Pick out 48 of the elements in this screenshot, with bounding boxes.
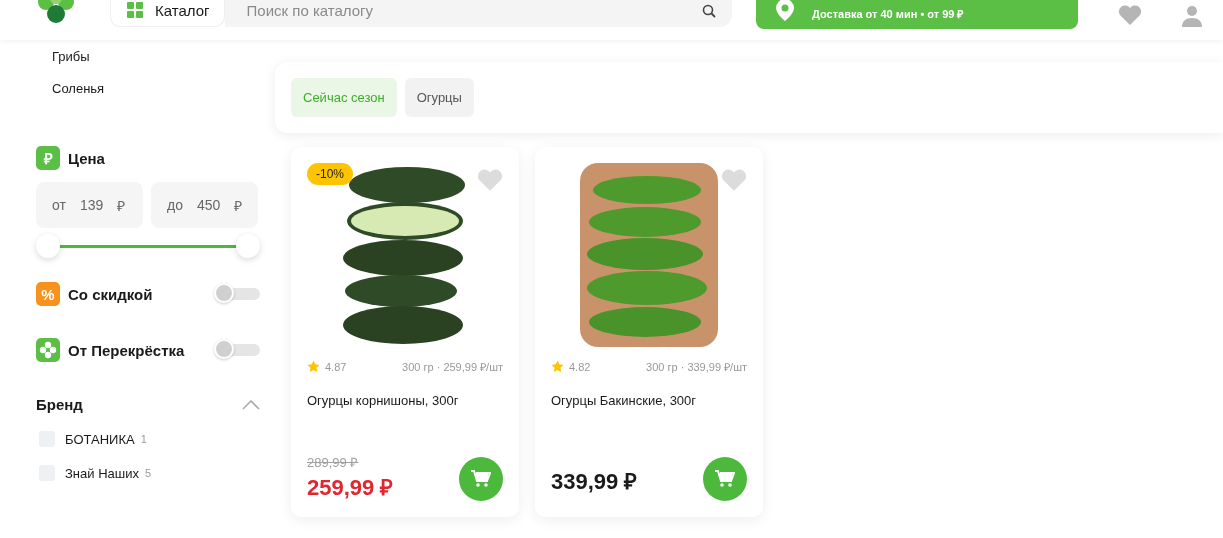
rating: 4.82 <box>569 360 591 373</box>
clover-logo[interactable] <box>36 0 76 26</box>
product-card[interactable]: -10% 4.87 300 гр · 259,99 ₽/шт Огурцы корнишоны, 300г 289,99 ₽ 259,99 ₽ <box>291 147 519 517</box>
clover-icon <box>36 338 60 362</box>
filter-chip[interactable]: Огурцы <box>404 78 474 117</box>
heart-icon[interactable] <box>721 169 747 191</box>
old-price: 289,99 ₽ <box>307 454 360 471</box>
brand-label: Знай Наших <box>65 465 139 481</box>
add-to-cart-button[interactable] <box>459 457 503 501</box>
section-title: Цена <box>68 149 105 167</box>
search-icon[interactable] <box>702 3 716 18</box>
brand-count: 5 <box>144 467 152 479</box>
user-icon[interactable] <box>1182 5 1202 27</box>
unit-price: 300 гр · 339,99 ₽/шт <box>646 360 747 374</box>
heart-icon[interactable] <box>1118 5 1142 25</box>
slider-handle[interactable] <box>236 234 260 258</box>
star-icon <box>551 360 564 373</box>
price-field[interactable]: от 139 ₽ <box>36 182 143 228</box>
grid-icon <box>127 2 143 18</box>
cart-icon <box>471 470 491 488</box>
chevron-icon[interactable] <box>242 399 260 410</box>
brand-label: БОТАНИКА <box>65 431 135 447</box>
price-field[interactable]: до 450 ₽ <box>151 182 258 228</box>
filter-label: Со скидкой <box>68 285 153 303</box>
heart-icon[interactable] <box>477 169 503 191</box>
location-pin-icon <box>776 0 794 21</box>
star-icon <box>307 360 320 373</box>
search-field[interactable]: Поиск по каталогу <box>224 0 732 27</box>
filter-label: От Перекрёстка <box>68 341 185 359</box>
category-link[interactable]: Соленья <box>52 81 260 104</box>
add-to-cart-button[interactable] <box>703 457 747 501</box>
price: 339,99 ₽ <box>551 468 638 495</box>
rating: 4.87 <box>325 360 347 373</box>
slider-handle[interactable] <box>36 234 60 258</box>
section-title: Бренд <box>36 396 83 413</box>
price: 259,99 ₽ <box>307 474 394 501</box>
product-name[interactable]: Огурцы Бакинские, 300г <box>551 393 747 408</box>
category-link[interactable]: Грибы <box>52 49 260 72</box>
search-input[interactable]: Поиск по каталогу <box>246 2 702 19</box>
ruble-icon: ₽ <box>36 146 60 170</box>
brand-count: 1 <box>140 433 147 445</box>
product-card[interactable]: 4.82 300 гр · 339,99 ₽/шт Огурцы Бакинские, 300г 339,99 ₽ <box>535 147 763 517</box>
product-name[interactable]: Огурцы корнишоны, 300г <box>307 393 503 408</box>
percent-icon: % <box>36 282 60 306</box>
catalog-button[interactable]: Каталог <box>110 0 225 27</box>
unit-price: 300 гр · 259,99 ₽/шт <box>402 360 503 374</box>
discount-badge: -10% <box>307 163 353 185</box>
cart-icon <box>715 470 735 488</box>
